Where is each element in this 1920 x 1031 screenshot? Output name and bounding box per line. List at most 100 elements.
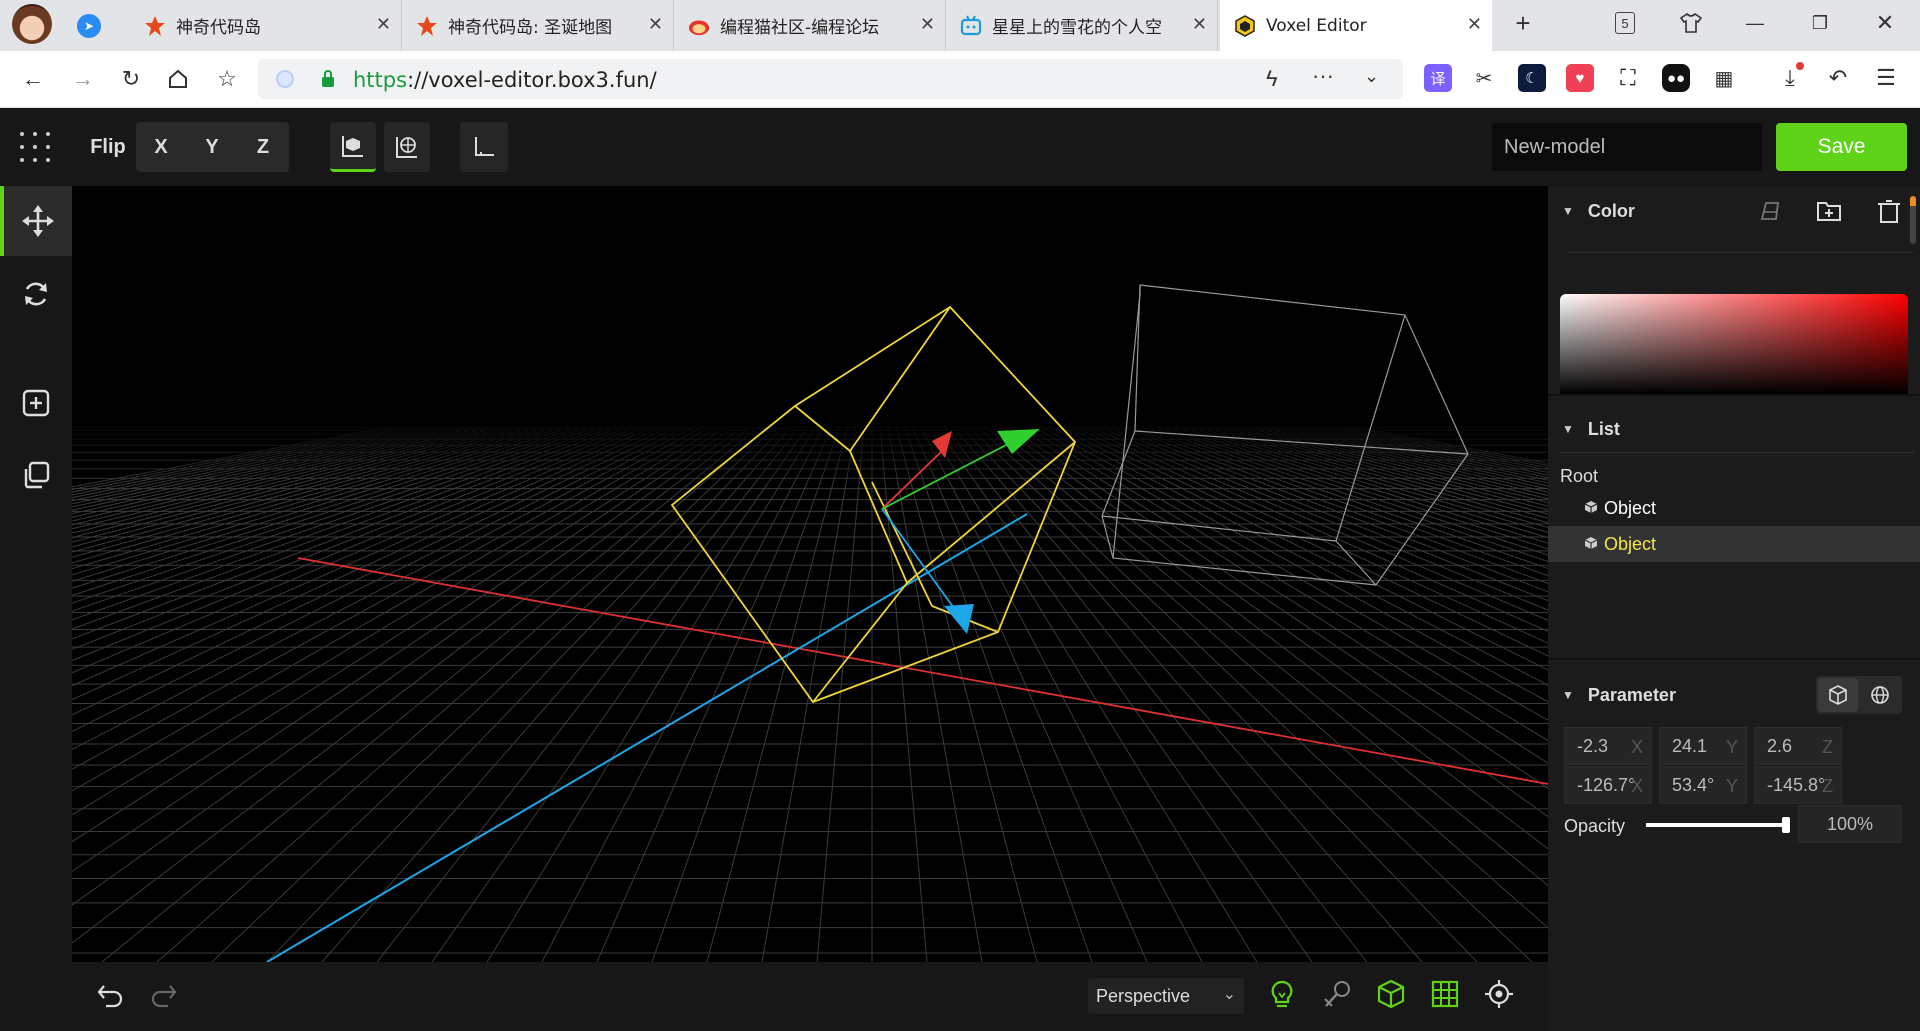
- eraser-icon[interactable]: [1758, 199, 1782, 228]
- color-section-header[interactable]: ▼ Color: [1548, 186, 1920, 236]
- close-window-button[interactable]: ✕: [1870, 8, 1900, 38]
- move-tool-button[interactable]: [0, 186, 72, 256]
- focus-target-icon[interactable]: [1484, 979, 1514, 1014]
- home-icon[interactable]: [163, 64, 193, 94]
- grid-line: [935, 425, 1313, 962]
- browser-tab[interactable]: 神奇代码岛: 圣诞地图 ✕: [402, 0, 674, 51]
- grid-toggle-icon[interactable]: [1430, 979, 1460, 1014]
- shirt-icon[interactable]: [1676, 8, 1706, 38]
- opacity-input[interactable]: 100%: [1798, 805, 1902, 843]
- chevron-down-icon: ⌄: [1222, 986, 1236, 1003]
- favorites-star-icon[interactable]: ☆: [212, 64, 242, 94]
- apps-grid-icon[interactable]: ▦: [1710, 64, 1738, 92]
- url-bar[interactable]: https://voxel-editor.box3.fun/ ϟ ··· ⌄: [258, 59, 1403, 99]
- axis-toggle-button[interactable]: [460, 122, 508, 172]
- flip-z-button[interactable]: Z: [242, 122, 284, 172]
- scene-canvas[interactable]: [72, 186, 1548, 962]
- rotation-x-input[interactable]: -126.7° X: [1564, 766, 1652, 804]
- bilibili-icon: [960, 15, 982, 37]
- world-space-button[interactable]: [384, 122, 430, 172]
- camera-mode-select[interactable]: Perspective ⌄: [1088, 978, 1244, 1014]
- rotate-tool-button[interactable]: [0, 259, 72, 329]
- cube-view-icon[interactable]: [1376, 979, 1406, 1014]
- spotlight-icon[interactable]: [1322, 979, 1352, 1014]
- grid-line: [156, 425, 769, 962]
- close-tab-icon[interactable]: ✕: [1467, 14, 1482, 35]
- close-tab-icon[interactable]: ✕: [648, 14, 663, 35]
- tree-item-selected[interactable]: Object: [1548, 526, 1920, 562]
- lightbulb-icon[interactable]: [1268, 980, 1296, 1015]
- minimize-button[interactable]: —: [1740, 8, 1770, 38]
- telegram-icon[interactable]: ➤: [77, 14, 101, 38]
- list-section-header[interactable]: ▼ List: [1548, 404, 1920, 454]
- moon-icon[interactable]: ☾: [1518, 64, 1546, 92]
- reload-icon[interactable]: ↻: [116, 64, 146, 94]
- grid-line: [72, 425, 417, 496]
- opacity-slider-thumb[interactable]: [1782, 817, 1790, 833]
- model-name-input[interactable]: New-model: [1492, 123, 1762, 171]
- tab-counter-button[interactable]: 5: [1610, 8, 1640, 38]
- world-mode-button[interactable]: [1860, 678, 1900, 712]
- grid-line: [1183, 425, 1548, 533]
- position-x-input[interactable]: -2.3 X: [1564, 727, 1652, 765]
- grid-line: [1295, 425, 1548, 481]
- grid-line: [72, 425, 673, 701]
- flip-x-button[interactable]: X: [140, 122, 182, 172]
- local-axis-icon: [342, 135, 363, 157]
- grid-line: [1207, 425, 1548, 519]
- position-z-value: 2.6: [1767, 735, 1793, 756]
- 3d-viewport[interactable]: [72, 186, 1548, 962]
- color-gradient-picker[interactable]: [1560, 294, 1908, 394]
- add-folder-icon[interactable]: [1816, 199, 1842, 228]
- undo-icon[interactable]: [96, 982, 124, 1013]
- chevron-down-icon[interactable]: ⌄: [1364, 66, 1379, 87]
- tampermonkey-icon[interactable]: ●●: [1662, 64, 1690, 92]
- horizon-fade: [72, 418, 1548, 488]
- add-object-button[interactable]: [0, 368, 72, 438]
- browser-tab-active[interactable]: Voxel Editor ✕: [1220, 0, 1492, 51]
- pocket-icon[interactable]: ♥: [1566, 64, 1594, 92]
- local-space-button[interactable]: [330, 122, 376, 172]
- rotation-y-input[interactable]: 53.4° Y: [1659, 766, 1747, 804]
- restore-button[interactable]: ❐: [1805, 8, 1835, 38]
- undo-browser-icon[interactable]: ↶: [1824, 64, 1852, 92]
- panel-scrollbar[interactable]: [1910, 196, 1916, 244]
- browser-tab[interactable]: 神奇代码岛 ✕: [130, 0, 402, 51]
- flip-y-button[interactable]: Y: [191, 122, 233, 172]
- tree-item[interactable]: Object: [1548, 490, 1920, 526]
- position-y-input[interactable]: 24.1 Y: [1659, 727, 1747, 765]
- opacity-value: 100%: [1826, 813, 1874, 834]
- scan-icon[interactable]: ⛶: [1614, 64, 1642, 92]
- redo-icon[interactable]: [150, 982, 178, 1013]
- position-z-input[interactable]: 2.6 Z: [1754, 727, 1842, 765]
- url-protocol: https: [353, 68, 408, 92]
- browser-tab[interactable]: 星星上的雪花的个人空 ✕: [946, 0, 1218, 51]
- duplicate-button[interactable]: [0, 440, 72, 510]
- more-icon[interactable]: ···: [1312, 63, 1334, 89]
- apps-menu-icon[interactable]: [18, 130, 52, 164]
- forward-icon[interactable]: →: [68, 64, 98, 94]
- download-icon[interactable]: ⤓: [1776, 62, 1804, 92]
- menu-icon[interactable]: ☰: [1872, 64, 1900, 92]
- delete-folder-icon[interactable]: [1876, 199, 1902, 230]
- opacity-slider-track[interactable]: [1646, 817, 1790, 833]
- profile-avatar[interactable]: [12, 4, 52, 44]
- scissors-icon[interactable]: ✂: [1470, 64, 1498, 92]
- close-tab-icon[interactable]: ✕: [376, 14, 391, 35]
- new-tab-button[interactable]: +: [1508, 8, 1538, 38]
- close-tab-icon[interactable]: ✕: [1192, 14, 1207, 35]
- back-icon[interactable]: ←: [18, 64, 48, 94]
- lightning-icon[interactable]: ϟ: [1266, 66, 1278, 92]
- grid-line: [596, 425, 833, 962]
- rotation-z-input[interactable]: -145.8° Z: [1754, 766, 1842, 804]
- translate-icon[interactable]: 译: [1424, 64, 1452, 92]
- grid-line: [651, 425, 841, 962]
- browser-tab[interactable]: 编程猫社区-编程论坛 ✕: [674, 0, 946, 51]
- tree-root[interactable]: Root: [1548, 458, 1920, 494]
- selected-cube[interactable]: [670, 305, 1077, 704]
- z-axis-line: [266, 513, 1028, 962]
- save-button[interactable]: Save: [1776, 123, 1907, 171]
- add-box-icon: [22, 389, 50, 417]
- close-tab-icon[interactable]: ✕: [920, 14, 935, 35]
- local-mode-button[interactable]: [1818, 678, 1858, 712]
